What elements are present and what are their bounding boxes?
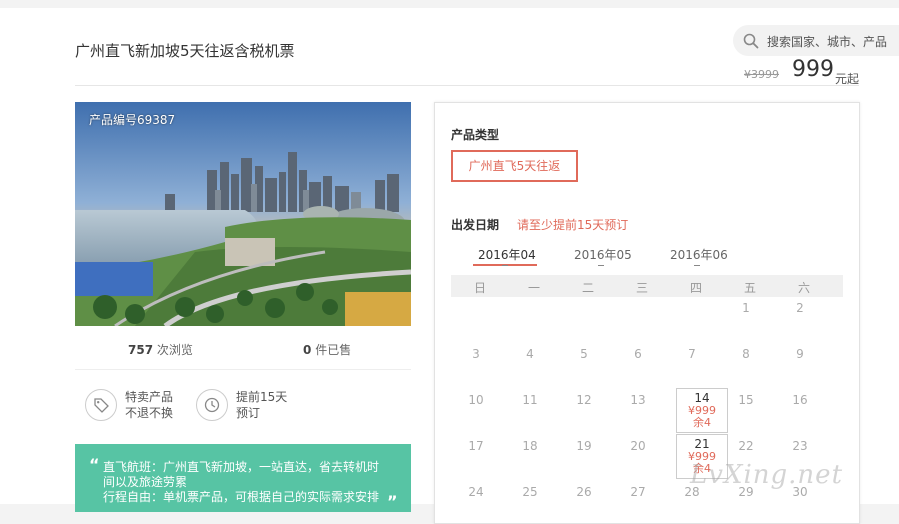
highlight-line: 直飞航班：广州直飞新加坡，一站直达，省去转机时 (103, 460, 380, 474)
calendar-day: 10 (468, 393, 484, 407)
weekday-header: 日 一 二 三 四 五 六 (451, 275, 843, 297)
feature-line1: 特卖产品 (125, 390, 174, 404)
weekday-fri: 五 (743, 281, 756, 295)
weekday-thu: 四 (689, 281, 702, 295)
calendar-day: 26 (576, 485, 592, 499)
feature-line1: 提前15天 (236, 390, 288, 404)
calendar-day: 24 (468, 485, 484, 499)
weekday-tue: 二 (581, 281, 594, 295)
calendar-day: 18 (522, 439, 538, 453)
calendar-day: 3 (472, 347, 480, 361)
page: 广州直飞新加坡5天往返含税机票 搜索国家、城市、产品 ¥3999 999 元起 (0, 8, 899, 524)
month-tab-3[interactable]: 2016年06 (670, 246, 728, 263)
stats-divider (75, 369, 411, 370)
views-count: 757 (128, 343, 154, 357)
sold-stat: 0 件已售 (303, 341, 351, 358)
calendar-day: 12 (576, 393, 592, 407)
advance-booking-hint: 请至少提前15天预订 (517, 218, 629, 232)
calendar-day: 13 (630, 393, 646, 407)
highlight-line: 间以及旅途劳累 (103, 475, 188, 489)
day-remaining: 余4 (693, 416, 711, 429)
search-icon (743, 33, 759, 49)
calendar-day: 8 (742, 347, 750, 361)
calendar-day: 17 (468, 439, 484, 453)
tab-tick (598, 265, 604, 266)
calendar-day: 22 (738, 439, 754, 453)
calendar-day: 9 (796, 347, 804, 361)
day-number: 14 (694, 391, 710, 405)
watermark: LvXing.net (690, 460, 844, 490)
calendar-day: 23 (792, 439, 808, 453)
weekday-mon: 一 (527, 281, 540, 295)
day-number: 21 (694, 437, 710, 451)
feature-line2: 预订 (236, 406, 261, 420)
tab-tick (694, 265, 700, 266)
clock-icon (196, 389, 228, 421)
calendar-day: 2 (796, 301, 804, 315)
weekday-wed: 三 (635, 281, 648, 295)
feature-line2: 不退不换 (125, 406, 174, 420)
highlight-line: 行程自由：单机票产品，可根据自己的实际需求安排 (103, 490, 380, 504)
tab-tick (502, 265, 508, 266)
calendar-day: 15 (738, 393, 754, 407)
calendar-day: 25 (522, 485, 538, 499)
views-label: 次浏览 (156, 343, 193, 357)
product-photo: 产品编号69387 (75, 102, 411, 326)
calendar-day: 6 (634, 347, 642, 361)
product-type-option[interactable]: 广州直飞5天往返 (451, 150, 578, 182)
original-price: ¥3999 (744, 68, 779, 81)
calendar-day: 11 (522, 393, 538, 407)
calendar-day: 20 (630, 439, 646, 453)
close-quote-icon: ” (387, 492, 398, 511)
product-highlights: “ 直飞航班：广州直飞新加坡，一站直达，省去转机时 间以及旅途劳累 行程自由：单… (75, 444, 411, 512)
search-input[interactable]: 搜索国家、城市、产品 (767, 33, 887, 50)
sold-label: 件已售 (315, 343, 352, 357)
calendar-day: 1 (742, 301, 750, 315)
calendar-day: 7 (688, 347, 696, 361)
calendar-day: 27 (630, 485, 646, 499)
product-code: 产品编号69387 (89, 113, 176, 127)
weekday-sun: 日 (473, 281, 486, 295)
singapore-skyline-image (75, 102, 411, 326)
calendar-day: 16 (792, 393, 808, 407)
month-tab-1[interactable]: 2016年04 (478, 246, 536, 263)
open-quote-icon: “ (89, 455, 100, 474)
calendar-day: 5 (580, 347, 588, 361)
sold-count: 0 (303, 343, 312, 357)
weekday-sat: 六 (797, 281, 810, 295)
page-title: 广州直飞新加坡5天往返含税机票 (75, 42, 295, 60)
calendar-day: 19 (576, 439, 592, 453)
departure-date-label: 出发日期 (451, 218, 500, 232)
search-box[interactable]: 搜索国家、城市、产品 (733, 25, 899, 56)
tag-icon (85, 389, 117, 421)
views-stat: 757 次浏览 (128, 341, 193, 358)
calendar-day: 4 (526, 347, 534, 361)
current-price: 999 (792, 57, 834, 82)
header-divider (75, 85, 859, 86)
month-tab-2[interactable]: 2016年05 (574, 246, 632, 263)
product-type-label: 产品类型 (451, 128, 500, 142)
